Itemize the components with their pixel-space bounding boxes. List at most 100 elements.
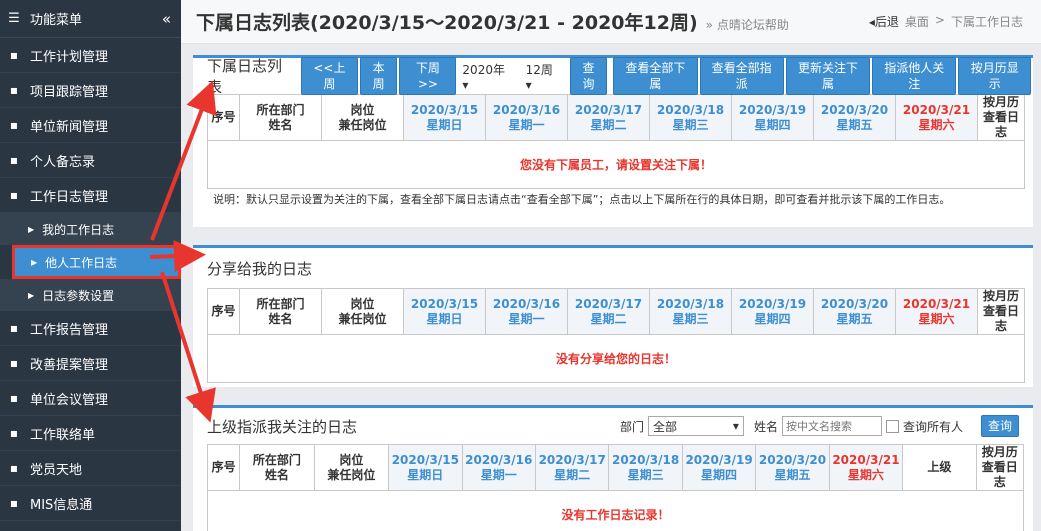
col-day[interactable]: 2020/3/21 星期六 [895, 288, 978, 335]
col-position: 岗位 兼任岗位 [321, 288, 404, 335]
main-content: 下属日志列表(2020/3/15～2020/3/21 - 2020年12周) »… [181, 0, 1041, 531]
page-header: 下属日志列表(2020/3/15～2020/3/21 - 2020年12周) »… [181, 0, 1041, 44]
sidebar-subitem-label: 他人工作日志 [45, 255, 118, 270]
sidebar-item[interactable]: ▪视频监视系统 [0, 521, 181, 531]
sidebar-subitem[interactable]: ▶ 我的工作日志 [0, 213, 181, 245]
col-day[interactable]: 2020/3/17 星期二 [534, 444, 610, 491]
col-day[interactable]: 2020/3/19 星期四 [731, 288, 814, 335]
sidebar-item[interactable]: ▪ MIS信息通 [0, 486, 181, 521]
assigned-logs-table: 序号 所在部门 姓名 岗位 兼任岗位 2020/3/15 星期日 2020/3/16 星期一 20… [206, 444, 1025, 531]
week-select[interactable]: 12周 ▾ [526, 61, 562, 92]
caret-right-icon: ▶ [31, 257, 38, 267]
col-day[interactable]: 2020/3/20 星期五 [813, 288, 896, 335]
col-day[interactable]: 2020/3/17 星期二 [567, 94, 650, 141]
assign-followers-button[interactable]: 指派他人关注 [872, 57, 957, 95]
subordinate-logs-panel: 下属日志列表 <<上周 本周 下周>> 2020年 ▾ 12周 ▾ 查询 查看全… [193, 55, 1033, 227]
sidebar-subitem[interactable]: ▶ 他人工作日志 [12, 245, 181, 279]
name-label: 姓名 [753, 419, 778, 434]
col-day[interactable]: 2020/3/16 星期一 [461, 444, 536, 491]
help-link[interactable]: » 点晴论坛帮助 [706, 16, 789, 33]
external-link-icon: ▪ [9, 356, 19, 370]
col-day[interactable]: 2020/3/18 星期三 [608, 444, 683, 491]
col-day[interactable]: 2020/3/21 星期六 [828, 444, 904, 491]
sidebar-item[interactable]: ▪ 工作联络单 [0, 416, 181, 451]
col-seq: 序号 [207, 288, 240, 335]
calendar-check-icon: ▪ [9, 48, 19, 62]
sidebar-item-label: 工作计划管理 [30, 49, 109, 65]
sidebar-item[interactable]: ▪ 工作计划管理 [0, 38, 181, 73]
sidebar-item[interactable]: ▪ 改善提案管理 [0, 346, 181, 381]
breadcrumb-desk[interactable]: 桌面 [905, 13, 929, 30]
breadcrumb-sep: > [934, 13, 945, 27]
col-calendar: 按月历 查看日志 [977, 94, 1025, 141]
prev-week-button[interactable]: <<上周 [300, 57, 358, 95]
sidebar-item-label: 工作报告管理 [30, 322, 109, 338]
col-day[interactable]: 2020/3/19 星期四 [681, 444, 757, 491]
col-day[interactable]: 2020/3/20 星期五 [813, 94, 896, 141]
collapse-icon[interactable]: « [162, 10, 171, 28]
sidebar-item-label: 工作联络单 [30, 427, 96, 443]
col-day[interactable]: 2020/3/15 星期日 [403, 288, 486, 335]
view-all-assigned-button[interactable]: 查看全部指派 [699, 57, 784, 95]
sidebar-item-label: 单位新闻管理 [30, 119, 109, 135]
newspaper-icon: ▪ [9, 118, 19, 132]
sidebar-title: 功能菜单 [30, 13, 83, 28]
query-all-label: 查询所有人 [902, 419, 963, 434]
calendar-view-button[interactable]: 按月历显示 [958, 57, 1031, 95]
sidebar-item[interactable]: ▪ 工作报告管理 [0, 311, 181, 346]
col-seq: 序号 [207, 94, 240, 141]
col-day[interactable]: 2020/3/16 星期一 [485, 94, 568, 141]
col-day[interactable]: 2020/3/16 星期一 [485, 288, 568, 335]
handshake-icon: ▪ [9, 426, 19, 440]
caret-right-icon: ▶ [28, 224, 35, 234]
next-week-button[interactable]: 下周>> [399, 57, 457, 95]
empty-message: 没有分享给您的日志！ [207, 334, 1025, 383]
this-week-button[interactable]: 本周 [359, 57, 398, 95]
year-select[interactable]: 2020年 ▾ [462, 61, 513, 92]
back-link[interactable]: ◂后退 [869, 13, 899, 30]
sidebar-item-label: MIS信息通 [30, 497, 93, 513]
chat-icon: ▪ [9, 496, 19, 510]
sidebar: ☰ 功能菜单 « ▪ 工作计划管理 ▪ 项目跟踪管理 ▪ 单位新闻管理 ▪ 个人备忘录 ▪ 工作日… [0, 0, 181, 531]
col-day[interactable]: 2020/3/18 星期三 [649, 288, 732, 335]
col-day[interactable]: 2020/3/18 星期三 [649, 94, 732, 141]
caret-right-icon: ▶ [28, 290, 35, 300]
sidebar-item[interactable]: ▪ 单位会议管理 [0, 381, 181, 416]
sidebar-subitem[interactable]: ▶ 日志参数设置 [0, 279, 181, 311]
update-followed-button[interactable]: 更新关注下属 [785, 57, 871, 95]
col-superior: 上级 [902, 444, 977, 491]
sidebar-header: ☰ 功能菜单 « [0, 0, 181, 38]
sidebar-subitem-label: 日志参数设置 [42, 288, 115, 303]
panel-title: 上级指派我关注的日志 [207, 417, 358, 436]
sidebar-item[interactable]: ▪ 单位新闻管理 [0, 108, 181, 143]
edit-icon: ▪ [9, 188, 19, 202]
col-day[interactable]: 2020/3/19 星期四 [731, 94, 814, 141]
col-day[interactable]: 2020/3/15 星期日 [388, 444, 463, 491]
col-day[interactable]: 2020/3/21 星期六 [895, 94, 978, 141]
sidebar-item-label: 改善提案管理 [30, 357, 109, 373]
shared-logs-panel: 分享给我的日志 序号 所在部门 姓名 岗位 兼任岗位 2020/3/15 星期日 2020/3… [193, 245, 1033, 387]
sidebar-item-label: 个人备忘录 [30, 154, 96, 170]
sidebar-item[interactable]: ▪ 项目跟踪管理 [0, 73, 181, 108]
query-button[interactable]: 查询 [569, 57, 608, 95]
view-all-subordinates-button[interactable]: 查看全部下属 [613, 57, 698, 95]
menu-icon: ☰ [8, 11, 20, 26]
query-button[interactable]: 查询 [980, 415, 1019, 437]
query-all-checkbox[interactable] [885, 419, 899, 433]
hourglass-icon: ▪ [9, 83, 19, 97]
dept-select[interactable]: 全部 ▾ [647, 416, 744, 436]
col-calendar: 按月历 查看日志 [977, 288, 1025, 335]
name-search-input[interactable] [781, 416, 882, 436]
sidebar-item-label: 工作日志管理 [30, 189, 109, 205]
sidebar-item-label: 项目跟踪管理 [30, 84, 109, 100]
empty-message: 没有工作日志记录！ [207, 490, 1024, 531]
col-dept: 所在部门 姓名 [239, 94, 322, 141]
col-day[interactable]: 2020/3/20 星期五 [755, 444, 830, 491]
filter-bar: 部门 全部▾ 姓名 查询所有人 查询 [620, 415, 1021, 437]
col-day[interactable]: 2020/3/15 星期日 [403, 94, 486, 141]
col-day[interactable]: 2020/3/17 星期二 [567, 288, 650, 335]
breadcrumb: ◂后退 桌面 > 下属工作日志 [869, 13, 1023, 30]
sidebar-item[interactable]: ▪ 党员天地 [0, 451, 181, 486]
sidebar-item[interactable]: ▪ 工作日志管理 [0, 178, 181, 213]
sidebar-item[interactable]: ▪ 个人备忘录 [0, 143, 181, 178]
